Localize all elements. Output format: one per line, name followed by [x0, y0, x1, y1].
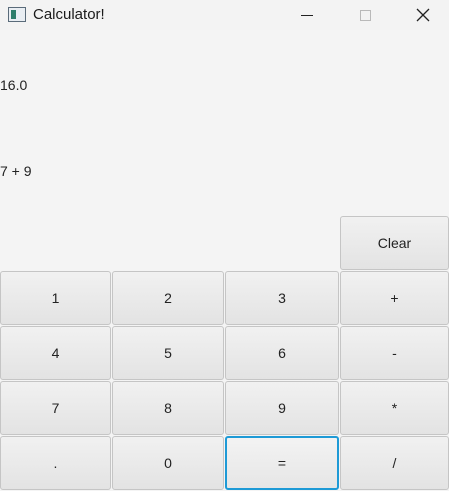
digit-7-button[interactable]: 7	[0, 381, 111, 435]
digit-8-button[interactable]: 8	[112, 381, 224, 435]
app-icon	[8, 7, 26, 22]
minimize-icon	[301, 14, 313, 16]
digit-5-button[interactable]: 5	[112, 326, 224, 380]
close-button[interactable]	[394, 0, 449, 30]
clear-button[interactable]: Clear	[340, 216, 449, 270]
title-bar: Calculator!	[0, 0, 449, 30]
minimize-button[interactable]	[278, 0, 336, 30]
equals-button[interactable]: =	[225, 436, 339, 490]
calculator-display: 16.0 7 + 9	[0, 30, 449, 215]
digit-9-button[interactable]: 9	[225, 381, 339, 435]
expression-text: 7 + 9	[0, 163, 32, 179]
digit-0-button[interactable]: 0	[112, 436, 224, 490]
close-icon	[416, 8, 430, 22]
maximize-button[interactable]	[336, 0, 394, 30]
decimal-point-button[interactable]: .	[0, 436, 111, 490]
subtract-button[interactable]: -	[340, 326, 449, 380]
maximize-icon	[359, 9, 371, 21]
add-button[interactable]: +	[340, 271, 449, 325]
divide-button[interactable]: /	[340, 436, 449, 490]
digit-6-button[interactable]: 6	[225, 326, 339, 380]
digit-3-button[interactable]: 3	[225, 271, 339, 325]
digit-2-button[interactable]: 2	[112, 271, 224, 325]
result-text: 16.0	[0, 77, 28, 93]
digit-4-button[interactable]: 4	[0, 326, 111, 380]
window-title: Calculator!	[33, 6, 105, 23]
digit-1-button[interactable]: 1	[0, 271, 111, 325]
multiply-button[interactable]: *	[340, 381, 449, 435]
